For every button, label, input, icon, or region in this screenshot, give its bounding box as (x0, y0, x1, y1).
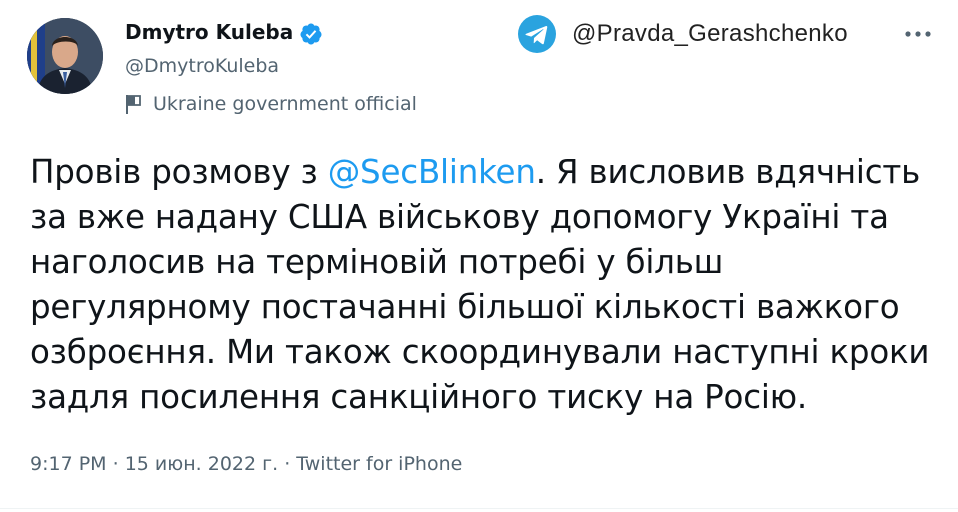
author-handle[interactable]: @DmytroKuleba (125, 55, 279, 77)
tweet-client: Twitter for iPhone (296, 453, 463, 475)
tweet-text: Провів розмову з @SecBlinken. Я висловив… (30, 150, 945, 420)
meta-separator: · (278, 453, 297, 475)
flag-icon (126, 95, 141, 114)
verified-badge-icon (300, 23, 322, 45)
telegram-handle: @Pravda_Gerashchenko (572, 20, 848, 47)
government-label-row: Ukraine government official (125, 91, 417, 117)
telegram-source: @Pravda_Gerashchenko (518, 14, 848, 54)
tweet-time[interactable]: 9:17 PM (30, 453, 107, 475)
telegram-icon (518, 15, 556, 53)
tweet-date[interactable]: 15 июн. 2022 г. (125, 453, 278, 475)
divider (0, 508, 958, 509)
meta-separator: · (106, 453, 125, 475)
tweet-text-start: Провів розмову з (30, 153, 328, 191)
mention-link[interactable]: @SecBlinken (328, 153, 536, 191)
tweet-metadata: 9:17 PM · 15 июн. 2022 г. · Twitter for … (30, 453, 462, 475)
tweet-text-end: . Я висловив вдячність за вже надану США… (30, 153, 930, 416)
author-name[interactable]: Dmytro Kuleba (125, 20, 293, 44)
government-label: Ukraine government official (153, 93, 417, 115)
avatar-image (27, 18, 103, 94)
avatar[interactable] (27, 18, 103, 94)
more-options-icon[interactable] (904, 30, 932, 38)
